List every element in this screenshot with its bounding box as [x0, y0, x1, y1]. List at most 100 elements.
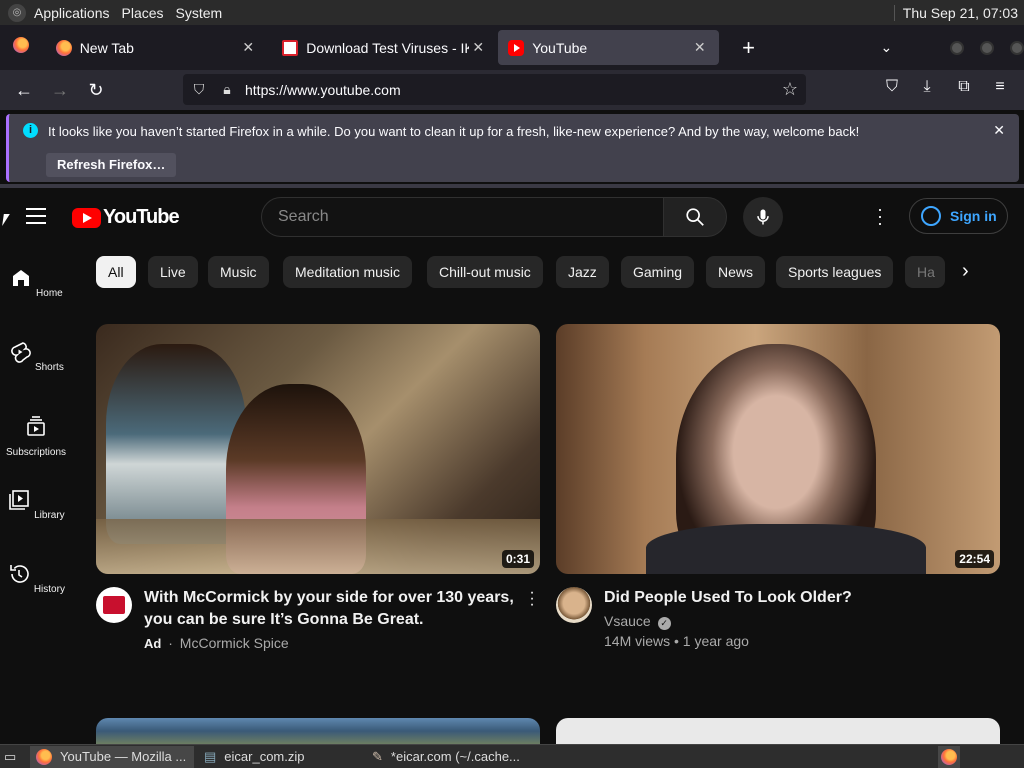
firefox-icon: [941, 748, 957, 765]
guide-item-subscriptions[interactable]: Subscriptions: [0, 392, 72, 466]
forward-icon[interactable]: →: [42, 80, 78, 101]
show-desktop-icon[interactable]: ▭: [0, 746, 26, 768]
url-text[interactable]: https://www.youtube.com: [245, 82, 401, 98]
mini-guide-sidebar: Home Shorts Subscriptions Library Histor…: [0, 244, 72, 744]
tab-ikarus[interactable]: Download Test Viruses - IKARUS ✕: [272, 30, 497, 65]
chevron-right-icon[interactable]: ›: [962, 260, 969, 283]
video-title-line: With McCormick by your side for over 130…: [144, 589, 514, 606]
places-menu[interactable]: Places: [122, 5, 164, 21]
list-all-tabs-icon[interactable]: ⌄: [880, 39, 892, 56]
youtube-play-icon: [72, 207, 101, 228]
close-notification-icon[interactable]: ✕: [993, 122, 1005, 139]
chip-news[interactable]: News: [706, 256, 766, 288]
info-icon: i: [23, 123, 38, 138]
tracking-protection-shield-icon[interactable]: ⛉: [185, 81, 213, 98]
taskbar-item-text-editor[interactable]: ✎ *eicar.com (~/.cache...: [366, 746, 530, 768]
video-thumbnail[interactable]: 22:54: [556, 324, 1000, 574]
video-thumbnail[interactable]: [556, 718, 1000, 744]
verified-check-icon: ✓: [657, 617, 671, 630]
taskbar-item-archive[interactable]: ▤ eicar_com.zip: [198, 746, 362, 768]
close-tab-icon[interactable]: ✕: [239, 39, 257, 56]
reload-icon[interactable]: ↻: [78, 80, 114, 101]
lock-icon[interactable]: 🔒︎: [213, 81, 241, 98]
channel-name[interactable]: Vsauce: [604, 613, 651, 629]
tab-label: YouTube: [532, 39, 588, 56]
ikarus-icon: [282, 39, 299, 56]
chip-live[interactable]: Live: [148, 256, 198, 288]
firefox-view-button[interactable]: [0, 37, 42, 58]
close-tab-icon[interactable]: ✕: [469, 39, 487, 56]
tab-youtube[interactable]: YouTube ✕: [498, 30, 719, 65]
search-button[interactable]: [663, 197, 727, 237]
hamburger-menu-icon[interactable]: ≡: [988, 78, 1012, 96]
video-channel-row: Ad · McCormick Spice: [144, 635, 289, 651]
chip-sports-leagues[interactable]: Sports leagues: [776, 256, 894, 288]
taskbar-item-firefox[interactable]: YouTube — Mozilla ...: [30, 745, 194, 768]
back-icon[interactable]: ←: [6, 80, 42, 101]
video-menu-kebab-icon[interactable]: · · ·: [522, 585, 542, 613]
search-icon: [686, 208, 704, 226]
system-menu[interactable]: System: [176, 5, 223, 21]
new-tab-button[interactable]: +: [731, 35, 767, 61]
close-tab-icon[interactable]: ✕: [691, 39, 709, 56]
chip-chill-out-music[interactable]: Chill-out music: [427, 256, 543, 288]
sign-in-button[interactable]: Sign in: [909, 198, 1008, 234]
guide-item-home[interactable]: Home: [0, 244, 72, 318]
settings-kebab-icon[interactable]: · · ·: [870, 200, 890, 232]
video-title[interactable]: Did People Used To Look Older?: [604, 587, 852, 609]
extensions-icon[interactable]: ⧉: [952, 78, 976, 96]
video-thumbnail[interactable]: [96, 718, 540, 744]
channel-avatar[interactable]: [556, 587, 592, 623]
tab-label: New Tab: [79, 39, 134, 56]
library-icon: [9, 490, 30, 510]
bookmark-star-icon[interactable]: ☆: [782, 79, 798, 100]
shorts-icon: [11, 342, 32, 363]
close-window-button[interactable]: [1010, 40, 1024, 55]
minimize-window-button[interactable]: [950, 40, 965, 55]
url-bar[interactable]: ⛉ 🔒︎ https://www.youtube.com ☆: [183, 74, 806, 105]
microphone-icon: [757, 209, 769, 225]
chip-jazz[interactable]: Jazz: [556, 256, 609, 288]
downloads-icon[interactable]: ⤓: [915, 78, 939, 96]
tab-new-tab[interactable]: New Tab ✕: [46, 30, 268, 65]
text-editor-icon: ✎: [372, 748, 383, 764]
clock[interactable]: Thu Sep 21, 07:03: [893, 4, 1018, 21]
chip-fade: [946, 256, 996, 288]
maximize-window-button[interactable]: [980, 40, 995, 55]
chip-gaming[interactable]: Gaming: [621, 256, 695, 288]
chip-music[interactable]: Music: [208, 256, 269, 288]
workspace-switcher[interactable]: [938, 745, 960, 768]
applications-menu[interactable]: Applications: [34, 5, 110, 21]
video-thumbnail[interactable]: 0:31: [96, 324, 540, 574]
video-stats: 14M views • 1 year ago: [604, 633, 749, 649]
youtube-icon: [508, 39, 525, 56]
guide-item-shorts[interactable]: Shorts: [0, 318, 72, 392]
notification-message: It looks like you haven’t started Firefo…: [48, 124, 860, 139]
guide-label: Subscriptions: [5, 447, 67, 458]
pocket-icon[interactable]: ⛉: [880, 78, 904, 96]
video-duration: 0:31: [501, 550, 534, 568]
search-input[interactable]: Search: [261, 197, 664, 237]
channel-avatar[interactable]: [96, 587, 132, 623]
voice-search-button[interactable]: [743, 197, 783, 237]
video-title[interactable]: With McCormick by your side for over 130…: [144, 587, 514, 631]
channel-name[interactable]: McCormick Spice: [180, 635, 289, 651]
youtube-wordmark: YouTube: [103, 206, 180, 228]
distro-logo-icon[interactable]: ◎: [8, 3, 26, 22]
sign-in-label: Sign in: [950, 208, 997, 224]
guide-menu-icon[interactable]: [26, 208, 46, 224]
guide-item-library[interactable]: Library: [0, 466, 72, 540]
subscriptions-icon: [27, 416, 45, 436]
chip-all[interactable]: All: [96, 256, 136, 288]
youtube-logo[interactable]: YouTube: [72, 206, 180, 229]
refresh-firefox-button[interactable]: Refresh Firefox…: [46, 153, 177, 177]
guide-label: History: [33, 584, 65, 595]
firefox-icon: [36, 748, 52, 765]
ad-badge: Ad: [144, 636, 162, 651]
mccormick-logo-icon: [103, 596, 125, 614]
guide-item-history[interactable]: History: [0, 540, 72, 614]
chip-meditation-music[interactable]: Meditation music: [283, 256, 413, 288]
guide-label: Shorts: [34, 362, 64, 373]
youtube-masthead: YouTube Search · · · Sign in: [0, 188, 1024, 244]
chip-partial[interactable]: Ha: [905, 256, 945, 288]
